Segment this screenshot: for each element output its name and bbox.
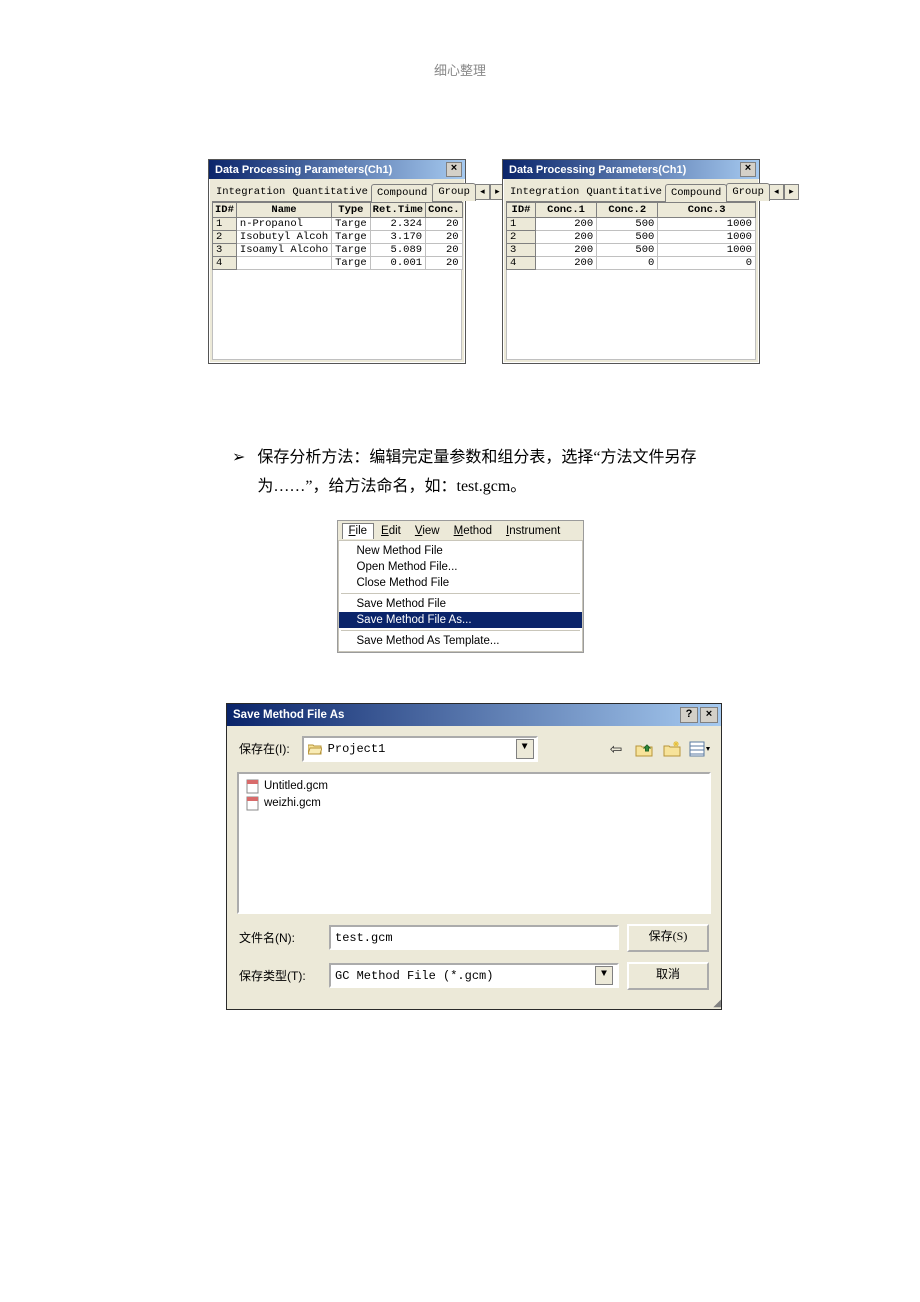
tab-quantitative[interactable]: Quantitative bbox=[288, 184, 372, 201]
dialog-title: Save Method File As bbox=[233, 709, 344, 721]
col-conc2: Conc.2 bbox=[597, 203, 658, 218]
tab-compound[interactable]: Compound bbox=[665, 184, 727, 202]
col-type: Type bbox=[332, 203, 371, 218]
chevron-down-icon[interactable]: ▼ bbox=[595, 966, 613, 985]
col-id: ID# bbox=[507, 203, 536, 218]
data-processing-window-conc: Data Processing Parameters(Ch1) × Integr… bbox=[502, 159, 760, 364]
menu-view[interactable]: View bbox=[408, 523, 447, 539]
save-in-value: Project1 bbox=[328, 742, 386, 756]
col-conc: Conc. bbox=[426, 203, 463, 218]
tab-group[interactable]: Group bbox=[726, 183, 770, 201]
new-folder-icon[interactable] bbox=[661, 739, 683, 759]
chevron-down-icon[interactable]: ▼ bbox=[516, 739, 534, 759]
file-list[interactable]: Untitled.gcm weizhi.gcm bbox=[237, 772, 711, 914]
tab-scroll-left-icon[interactable]: ◂ bbox=[475, 184, 490, 200]
save-in-label: 保存在(I): bbox=[239, 740, 290, 757]
menu-item-close-method[interactable]: Close Method File bbox=[339, 575, 582, 591]
table-row[interactable]: 2 Isobutyl Alcoh Targe 3.170 20 bbox=[213, 231, 463, 244]
bullet-icon: ➢ bbox=[232, 444, 245, 502]
close-icon[interactable]: × bbox=[446, 162, 462, 177]
filetype-label: 保存类型(T): bbox=[239, 967, 329, 984]
filename-label: 文件名(N): bbox=[239, 929, 329, 946]
window-title: Data Processing Parameters(Ch1) bbox=[215, 164, 392, 176]
file-item[interactable]: weizhi.gcm bbox=[243, 795, 705, 812]
menu-item-save-method[interactable]: Save Method File bbox=[339, 596, 582, 612]
table-row[interactable]: 4 200 0 0 bbox=[507, 257, 756, 270]
menu-item-save-method-as[interactable]: Save Method File As... bbox=[339, 612, 582, 628]
menu-item-save-as-template[interactable]: Save Method As Template... bbox=[339, 633, 582, 649]
menu-instrument[interactable]: Instrument bbox=[499, 523, 567, 539]
page-header-text: 细心整理 bbox=[0, 60, 920, 79]
col-name: Name bbox=[236, 203, 331, 218]
col-conc1: Conc.1 bbox=[535, 203, 596, 218]
up-one-level-icon[interactable] bbox=[633, 739, 655, 759]
col-id: ID# bbox=[213, 203, 237, 218]
file-icon bbox=[245, 796, 260, 811]
file-menu-screenshot: File Edit View Method Instrument New Met… bbox=[337, 520, 584, 653]
close-icon[interactable]: × bbox=[700, 707, 718, 723]
view-menu-icon[interactable] bbox=[689, 739, 711, 759]
window-title: Data Processing Parameters(Ch1) bbox=[509, 164, 686, 176]
save-button[interactable]: 保存(S) bbox=[627, 924, 709, 952]
menu-edit[interactable]: Edit bbox=[374, 523, 408, 539]
file-item[interactable]: Untitled.gcm bbox=[243, 778, 705, 795]
folder-open-icon bbox=[308, 743, 322, 755]
menu-item-open-method[interactable]: Open Method File... bbox=[339, 559, 582, 575]
resize-grip-icon[interactable]: ◢ bbox=[227, 1000, 721, 1009]
tab-integration[interactable]: Integration bbox=[506, 184, 583, 201]
cancel-button[interactable]: 取消 bbox=[627, 962, 709, 990]
tab-scroll-right-icon[interactable]: ▸ bbox=[784, 184, 799, 200]
help-icon[interactable]: ? bbox=[680, 707, 698, 723]
tab-scroll-left-icon[interactable]: ◂ bbox=[769, 184, 784, 200]
back-icon[interactable]: ⇦ bbox=[605, 739, 627, 759]
filetype-combo[interactable]: GC Method File (*.gcm) ▼ bbox=[329, 963, 619, 988]
table-row[interactable]: 3 Isoamyl Alcoho Targe 5.089 20 bbox=[213, 244, 463, 257]
menu-file[interactable]: File bbox=[342, 523, 375, 539]
file-icon bbox=[245, 779, 260, 794]
tab-integration[interactable]: Integration bbox=[212, 184, 289, 201]
table-row[interactable]: 2 200 500 1000 bbox=[507, 231, 756, 244]
menu-method[interactable]: Method bbox=[447, 523, 499, 539]
table-row[interactable]: 1 200 500 1000 bbox=[507, 218, 756, 231]
tab-group[interactable]: Group bbox=[432, 183, 476, 201]
col-conc3: Conc.3 bbox=[658, 203, 756, 218]
table-row[interactable]: 4 Targe 0.001 20 bbox=[213, 257, 463, 270]
col-rettime: Ret.Time bbox=[370, 203, 425, 218]
tab-compound[interactable]: Compound bbox=[371, 184, 433, 202]
save-in-combo[interactable]: Project1 ▼ bbox=[302, 736, 538, 762]
close-icon[interactable]: × bbox=[740, 162, 756, 177]
body-text: 保存分析方法：编辑完定量参数和组分表，选择“方法文件另存为……”，给方法命名，如… bbox=[257, 444, 742, 502]
menu-item-new-method[interactable]: New Method File bbox=[339, 543, 582, 559]
table-row[interactable]: 1 n-Propanol Targe 2.324 20 bbox=[213, 218, 463, 231]
filename-input[interactable]: test.gcm bbox=[329, 925, 619, 950]
save-method-dialog: Save Method File As ? × 保存在(I): Project1… bbox=[226, 703, 722, 1010]
table-row[interactable]: 3 200 500 1000 bbox=[507, 244, 756, 257]
data-processing-window-compound: Data Processing Parameters(Ch1) × Integr… bbox=[208, 159, 466, 364]
tab-quantitative[interactable]: Quantitative bbox=[582, 184, 666, 201]
